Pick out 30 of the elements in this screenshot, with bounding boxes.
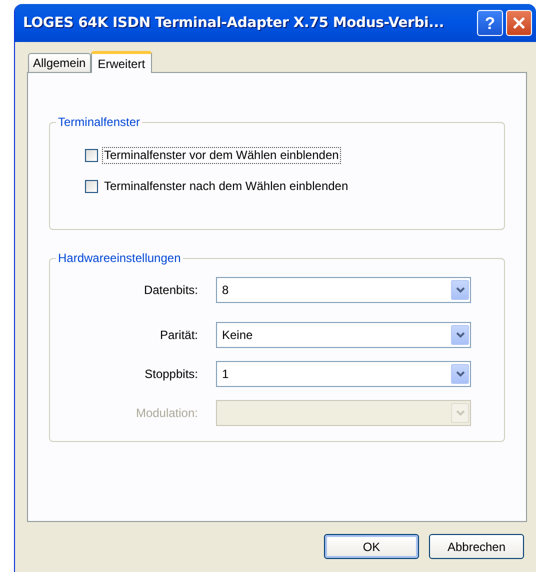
dropdown-button[interactable] [451,280,469,300]
tab[interactable]: Erweitert [90,51,152,73]
chevron-down-icon [456,287,464,293]
field-label: Stoppbits: [144,366,199,383]
dropdown[interactable]: 1 [216,361,471,387]
dropdown-button[interactable] [451,364,469,384]
field-label: Datenbits: [142,282,199,299]
checkbox-label[interactable]: Terminalfenster vor dem Wählen einblenden [102,147,341,164]
field-label: Modulation: [134,405,199,422]
checkbox[interactable] [85,149,98,162]
close-icon [512,16,526,30]
checkbox[interactable] [85,180,98,193]
chevron-down-icon [456,332,464,338]
field-label: Parität: [158,327,199,344]
dropdown[interactable]: Keine [216,322,471,348]
chevron-down-icon [456,410,464,416]
dropdown-button[interactable] [451,325,469,345]
dropdown-value: Keine [221,327,253,344]
dialog-button[interactable]: OK [324,534,419,559]
dropdown[interactable]: 8 [216,277,471,303]
close-button[interactable] [506,10,532,36]
dialog-button[interactable]: Abbrechen [429,534,524,559]
chevron-down-icon [456,371,464,377]
help-button[interactable]: ? [477,10,503,36]
dropdown-value: 1 [221,366,229,383]
dropdown-value: 8 [221,282,229,299]
checkbox-label[interactable]: Terminalfenster nach dem Wählen einblenden [102,178,350,195]
group-title: Hardwareeinstellungen [56,250,183,266]
window-title: LOGES 64K ISDN Terminal-Adapter X.75 Modus-Verbi... [23,14,446,32]
tab[interactable]: Allgemein [28,53,91,72]
